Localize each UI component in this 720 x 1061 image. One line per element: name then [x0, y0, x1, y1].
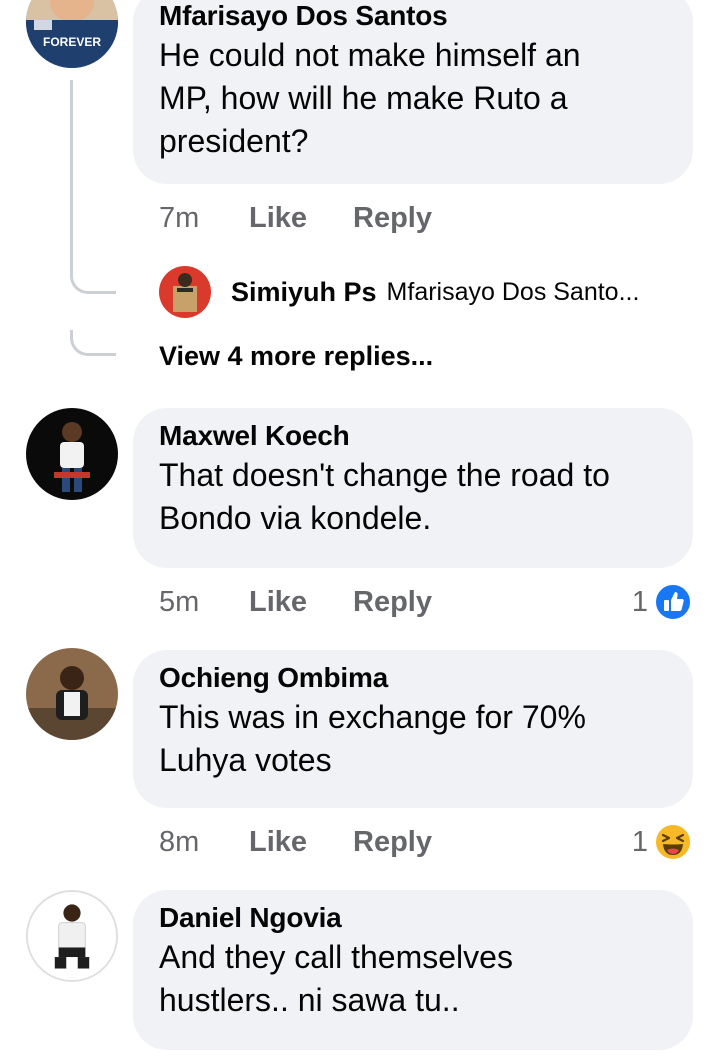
avatar-maxwel[interactable] [26, 408, 118, 500]
comment-actions: 8m Like Reply [159, 822, 432, 862]
comment-bubble: Ochieng Ombima This was in exchange for … [133, 650, 693, 808]
avatar-daniel[interactable] [26, 890, 118, 982]
reply-snippet: Mfarisayo Dos Santo... [386, 277, 640, 306]
thread-branch [70, 330, 116, 356]
comment-text-line: That doesn't change the road to [159, 457, 610, 493]
comment-text-line: Bondo via kondele. [159, 500, 432, 536]
like-button[interactable]: Like [249, 586, 353, 619]
comment-author[interactable]: Daniel Ngovia [159, 900, 667, 936]
comment-text-line: MP, how will he make Ruto a [159, 80, 568, 116]
avatar-badge-text: FOREVER [43, 35, 101, 49]
comment-author[interactable]: Mfarisayo Dos Santos [159, 0, 667, 34]
comment-bubble: Mfarisayo Dos Santos He could not make h… [133, 0, 693, 184]
comment-text-line: president? [159, 123, 309, 159]
comment-text-line: hustlers.. ni sawa tu.. [159, 982, 460, 1018]
profile-photo [28, 892, 116, 980]
thread-line [70, 80, 73, 270]
reply-button[interactable]: Reply [353, 586, 432, 619]
like-button[interactable]: Like [249, 202, 353, 235]
view-more-replies-link[interactable]: View 4 more replies... [159, 338, 433, 374]
comment-time: 5m [159, 585, 200, 618]
comment-bubble: Daniel Ngovia And they call themselves h… [133, 890, 693, 1050]
like-button[interactable]: Like [249, 826, 353, 859]
comment-text-line: He could not make himself an [159, 37, 581, 73]
comment-author[interactable]: Maxwel Koech [159, 418, 667, 454]
reaction-count: 1 [631, 825, 648, 858]
comment-actions: 5m Like Reply [159, 582, 432, 622]
reply-button[interactable]: Reply [353, 202, 432, 235]
reaction-summary[interactable]: 1 [632, 822, 692, 862]
comment-actions: 7m Like Reply [159, 198, 432, 238]
avatar-ochieng[interactable] [26, 648, 118, 740]
reply-button[interactable]: Reply [353, 826, 432, 859]
profile-photo [26, 648, 118, 740]
reply-author[interactable]: Simiyuh Ps [231, 277, 377, 308]
profile-photo [26, 408, 118, 500]
comment-text-line: Luhya votes [159, 742, 332, 778]
comment-text-line: And they call themselves [159, 939, 513, 975]
thread-branch [70, 268, 116, 294]
like-thumb-icon [654, 583, 692, 621]
comment-text-line: This was in exchange for 70% [159, 699, 586, 735]
comment-bubble: Maxwel Koech That doesn't change the roa… [133, 408, 693, 568]
comment-author[interactable]: Ochieng Ombima [159, 660, 667, 696]
profile-photo [159, 266, 211, 318]
avatar-simiyuh[interactable] [159, 266, 211, 318]
avatar-mfarisayo[interactable]: FOREVER [26, 0, 118, 68]
reaction-summary[interactable]: 1 [632, 582, 692, 622]
comment-time: 8m [159, 825, 200, 858]
reply-preview[interactable]: Simiyuh Ps Mfarisayo Dos Santo... [159, 266, 639, 318]
comment-time: 7m [159, 201, 200, 234]
profile-photo: FOREVER [26, 0, 118, 68]
reaction-count: 1 [631, 585, 648, 618]
haha-emoji-icon [654, 823, 692, 861]
comments-thread: FOREVER Mfarisayo Dos Santos He could no… [0, 0, 720, 1061]
